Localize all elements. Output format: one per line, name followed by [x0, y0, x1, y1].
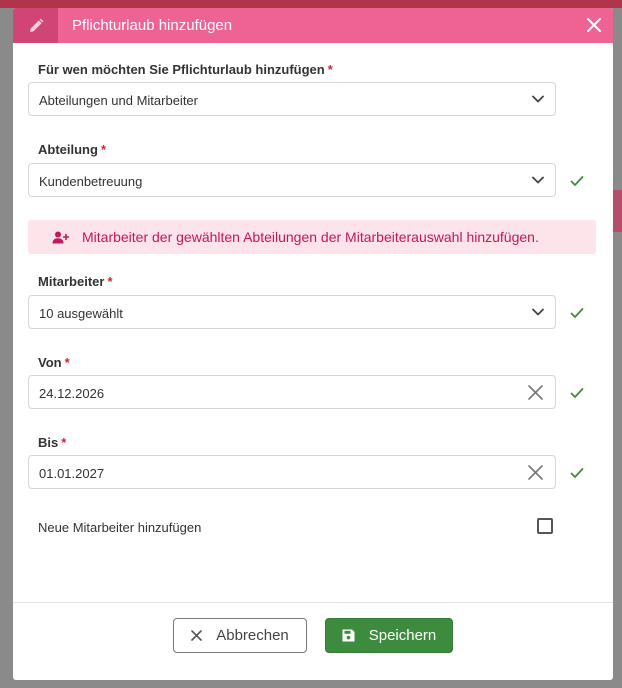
- required-marker: *: [61, 435, 67, 450]
- department-label: Abteilung *: [38, 142, 106, 157]
- required-marker: *: [64, 355, 70, 370]
- background-page-bar: [0, 0, 622, 8]
- required-marker: *: [100, 142, 106, 157]
- from-date-input[interactable]: 24.12.2026: [28, 375, 556, 409]
- save-button-label: Speichern: [368, 627, 437, 644]
- to-date-input[interactable]: 01.01.2027: [28, 455, 556, 489]
- new-employees-label: Neue Mitarbeiter hinzufügen: [38, 520, 202, 535]
- x-icon: [191, 630, 203, 641]
- close-icon[interactable]: [585, 16, 603, 34]
- info-text: Mitarbeiter der gewählten Abteilungen de…: [82, 229, 539, 245]
- employees-select[interactable]: 10 ausgewählt: [28, 295, 556, 329]
- footer-divider: [13, 602, 613, 603]
- to-date-value: 01.01.2027: [39, 466, 105, 481]
- department-select[interactable]: Kundenbetreuung: [28, 163, 556, 197]
- to-label: Bis *: [38, 435, 67, 450]
- clear-x-icon[interactable]: [528, 385, 543, 400]
- pencil-icon: [29, 18, 43, 32]
- check-icon: [570, 176, 584, 186]
- new-employees-checkbox[interactable]: [537, 518, 553, 534]
- required-marker: *: [327, 62, 333, 77]
- clear-x-icon[interactable]: [528, 465, 543, 480]
- target-select[interactable]: Abteilungen und Mitarbeiter: [28, 82, 556, 116]
- target-select-value: Abteilungen und Mitarbeiter: [39, 93, 198, 108]
- chevron-down-icon: [532, 95, 544, 103]
- check-icon: [570, 388, 584, 398]
- target-label: Für wen möchten Sie Pflichturlaub hinzuf…: [38, 62, 333, 77]
- from-label: Von *: [38, 355, 70, 370]
- employees-select-value: 10 ausgewählt: [39, 306, 123, 321]
- check-icon: [570, 468, 584, 478]
- chevron-down-icon: [532, 308, 544, 316]
- chevron-down-icon: [532, 176, 544, 184]
- header-icon-box: [13, 8, 58, 43]
- floppy-disk-icon: [342, 629, 355, 642]
- background-page-header-strip: [612, 190, 622, 232]
- save-button[interactable]: Speichern: [325, 618, 453, 653]
- info-banner: Mitarbeiter der gewählten Abteilungen de…: [28, 220, 596, 254]
- required-marker: *: [107, 274, 113, 289]
- cancel-button[interactable]: Abbrechen: [173, 618, 307, 653]
- check-icon: [570, 308, 584, 318]
- dialog-title: Pflichturlaub hinzufügen: [72, 17, 233, 34]
- department-select-value: Kundenbetreuung: [39, 174, 143, 189]
- cancel-button-label: Abbrechen: [216, 627, 289, 644]
- dialog-header: Pflichturlaub hinzufügen: [13, 8, 613, 43]
- employees-label: Mitarbeiter *: [38, 274, 113, 289]
- user-plus-icon: [52, 231, 69, 244]
- from-date-value: 24.12.2026: [39, 386, 105, 401]
- add-mandatory-leave-dialog: Pflichturlaub hinzufügen Für wen möchten…: [13, 8, 613, 680]
